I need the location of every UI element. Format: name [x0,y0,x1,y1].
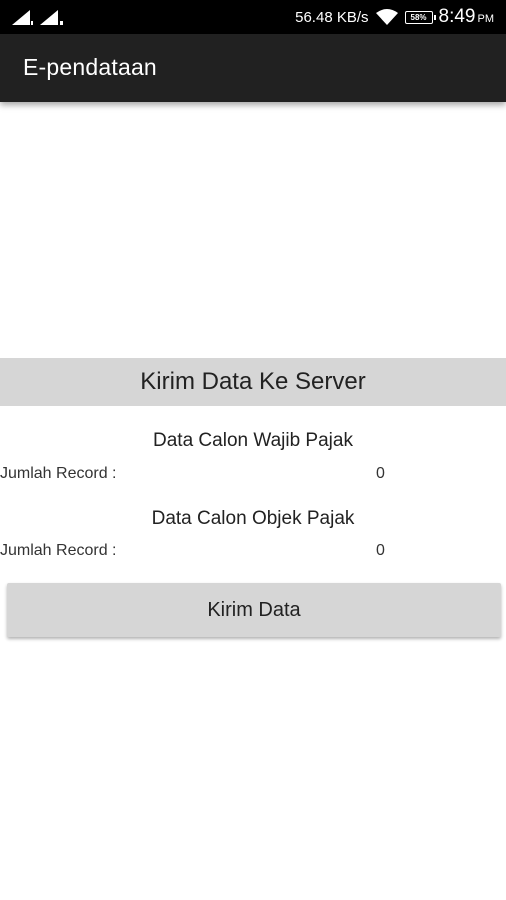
battery-icon: 58% [404,10,436,24]
section-header-label: Kirim Data Ke Server [140,368,366,395]
send-data-button[interactable]: Kirim Data [7,583,501,637]
signal-icon [12,10,33,25]
status-right: 56.48 KB/s 58% 8:49 PM [295,0,494,34]
battery-level: 58% [410,12,427,22]
screen: 56.48 KB/s 58% 8:49 PM E-pendataan Kirim … [0,0,506,900]
objek-pajak-record-value: 0 [376,542,385,559]
status-bar: 56.48 KB/s 58% 8:49 PM [0,0,506,34]
section-header: Kirim Data Ke Server [0,358,506,406]
app-title: E-pendataan [23,54,157,80]
objek-pajak-record-label: Jumlah Record : [0,542,117,559]
wifi-icon [375,9,398,25]
signal-indicators [10,8,64,26]
wajib-pajak-record-label: Jumlah Record : [0,465,117,482]
wajib-pajak-record-value: 0 [376,465,385,482]
signal-icon-sim2 [40,10,63,25]
clock: 8:49 PM [439,6,494,28]
wajib-pajak-title: Data Calon Wajib Pajak [153,430,353,451]
objek-pajak-title: Data Calon Objek Pajak [151,508,355,529]
network-speed: 56.48 KB/s [295,8,369,26]
app-bar: E-pendataan [0,34,506,102]
clock-time: 8:49 [438,6,476,27]
clock-ampm: PM [477,13,495,25]
